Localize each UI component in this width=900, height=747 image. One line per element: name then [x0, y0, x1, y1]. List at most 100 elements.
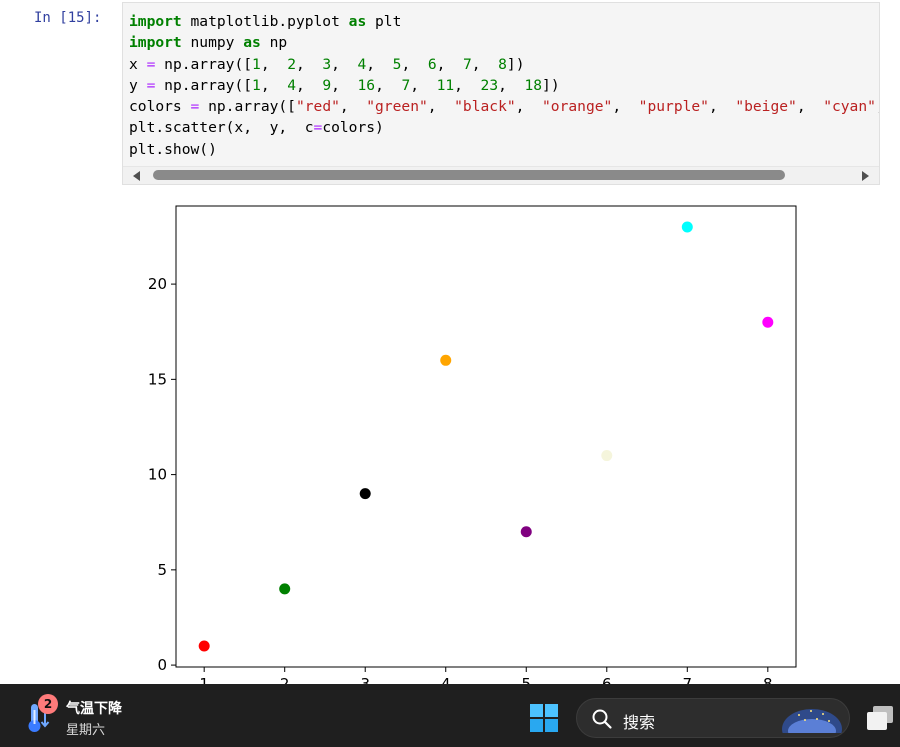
taskbar: 2 气温下降 星期六 搜索	[0, 684, 900, 747]
code-token: "black"	[454, 98, 516, 116]
code-token: =	[190, 98, 200, 116]
scatter-point	[681, 221, 693, 233]
code-cell[interactable]: import matplotlib.pyplot as plt import nu…	[122, 2, 880, 185]
code-token: as	[348, 13, 367, 30]
scatter-point	[279, 583, 291, 595]
code-token: ,	[436, 55, 463, 73]
search-highlight-art-icon	[782, 709, 842, 733]
y-tick-label: 0	[157, 656, 167, 674]
code-token: ,	[331, 55, 358, 73]
task-view-icon[interactable]	[864, 702, 898, 736]
code-token: =	[313, 119, 323, 137]
code-token: ])	[506, 55, 525, 73]
code-token: 11	[436, 76, 455, 94]
weather-subtitle[interactable]: 星期六	[66, 719, 105, 738]
code-token: plt	[366, 13, 402, 30]
x-tick-label: 7	[683, 675, 693, 684]
code-editor[interactable]: import matplotlib.pyplot as plt import nu…	[129, 11, 879, 160]
x-tick-label: 1	[199, 675, 209, 684]
search-icon	[592, 709, 612, 729]
code-token: import	[129, 13, 182, 30]
x-tick-label: 8	[763, 675, 773, 684]
scrollbar-thumb[interactable]	[153, 170, 785, 180]
x-tick-label: 4	[441, 675, 451, 684]
code-token: 16	[357, 76, 376, 94]
taskbar-search-box[interactable]: 搜索	[576, 698, 850, 738]
code-token: 1	[252, 55, 261, 73]
scatter-point	[601, 450, 613, 462]
code-line: x = np.array([1, 2, 3, 4, 5, 6, 7, 8])	[129, 54, 879, 75]
code-line: import matplotlib.pyplot as plt	[129, 11, 879, 32]
y-tick-label: 10	[148, 466, 167, 484]
code-token: import	[129, 34, 182, 52]
weather-title[interactable]: 气温下降	[66, 698, 122, 718]
code-token: np	[260, 34, 288, 52]
code-token: 9	[322, 76, 332, 94]
code-token: ,	[366, 55, 393, 73]
code-token: ])	[542, 76, 560, 94]
code-token: ,	[454, 76, 481, 94]
code-token: ,	[260, 55, 288, 73]
code-token: "red"	[295, 98, 340, 116]
code-token: np.array([	[199, 98, 296, 116]
code-token: 7	[462, 55, 472, 73]
plot-frame	[175, 205, 797, 668]
code-token: "orange"	[542, 98, 613, 116]
code-token: np.array([	[155, 55, 253, 73]
code-token: 7	[401, 76, 411, 94]
code-line: import numpy as np	[129, 32, 879, 53]
code-token: 1	[252, 76, 261, 94]
code-token: ,	[612, 98, 639, 116]
cell-prompt: In [15]:	[34, 10, 102, 26]
y-tick-label: 20	[148, 275, 167, 293]
scatter-point	[359, 488, 371, 500]
code-token: colors)	[322, 119, 384, 137]
code-line: plt.show()	[129, 139, 879, 160]
code-token: "purple"	[638, 98, 709, 116]
code-token: ,	[401, 55, 428, 73]
scroll-left-arrow-icon[interactable]	[133, 171, 140, 181]
code-token: 6	[427, 55, 437, 73]
code-token: matplotlib.pyplot	[181, 13, 349, 30]
code-line: colors = np.array(["red", "green", "blac…	[129, 96, 879, 117]
code-token: ,	[876, 98, 879, 115]
code-token: ,	[375, 76, 402, 94]
code-token: plt.show()	[129, 140, 217, 158]
code-token: 8	[498, 55, 507, 73]
scatter-point	[198, 640, 210, 652]
code-token: plt.scatter(x, y, c	[129, 119, 314, 137]
code-token: ,	[796, 98, 824, 116]
code-token: y	[129, 76, 147, 94]
scatter-plot: 0 5 10 15 20 1 2 3 4 5 6 7 8	[148, 205, 797, 684]
code-token: 4	[357, 55, 367, 73]
horizontal-scrollbar[interactable]	[123, 166, 879, 184]
scatter-point	[440, 354, 452, 366]
x-tick-label: 3	[360, 675, 370, 684]
code-token: as	[243, 34, 261, 52]
x-tick-label: 2	[280, 675, 290, 684]
code-line: plt.scatter(x, y, c=colors)	[129, 117, 879, 138]
code-line: y = np.array([1, 4, 9, 16, 7, 11, 23, 18…	[129, 75, 879, 96]
code-token: ,	[515, 98, 543, 116]
code-token: 2	[287, 55, 296, 73]
windows-start-icon[interactable]	[529, 703, 559, 733]
code-token: ,	[339, 98, 367, 116]
scatter-point	[520, 526, 532, 538]
notification-badge: 2	[38, 694, 58, 714]
code-token: np.array([	[155, 76, 253, 94]
code-token: ,	[427, 98, 455, 116]
code-token: "green"	[366, 98, 428, 116]
code-token: x	[129, 55, 147, 73]
x-tick-label: 5	[521, 675, 531, 684]
code-token: ,	[260, 76, 288, 94]
code-token: numpy	[181, 34, 244, 52]
scroll-right-arrow-icon[interactable]	[862, 171, 869, 181]
code-token: ,	[708, 98, 736, 116]
code-token: "cyan"	[823, 98, 876, 116]
scatter-point	[762, 316, 774, 328]
code-token: ,	[295, 76, 323, 94]
code-token: ,	[331, 76, 358, 94]
code-token: colors	[129, 98, 191, 116]
search-placeholder: 搜索	[623, 713, 656, 732]
x-tick-label: 6	[602, 675, 612, 684]
